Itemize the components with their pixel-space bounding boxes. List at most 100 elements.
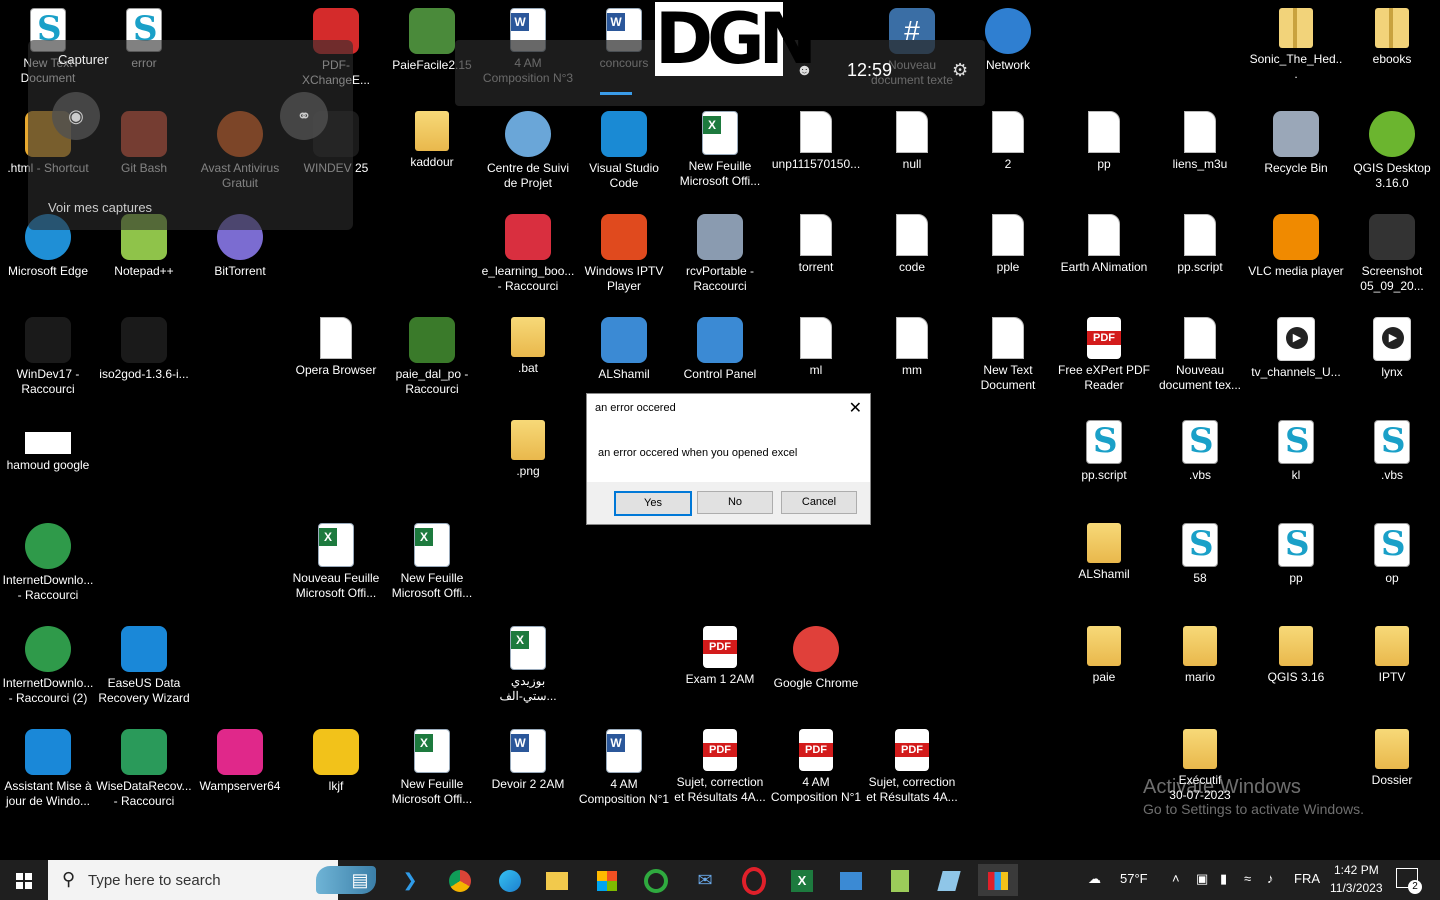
desktop-icon[interactable]: mario xyxy=(1154,620,1246,720)
battery-icon[interactable]: ▮ xyxy=(1220,871,1227,887)
volume-icon[interactable]: ♪ xyxy=(1267,871,1274,886)
paint-app-icon[interactable] xyxy=(978,864,1018,896)
desktop-icon[interactable]: Recycle Bin xyxy=(1250,105,1342,205)
desktop-icon[interactable]: InternetDownlo... - Raccourci xyxy=(2,517,94,617)
weather-icon[interactable]: ☁ xyxy=(1088,871,1101,887)
mic-off-icon[interactable]: ⚭ xyxy=(280,92,328,140)
desktop-icon[interactable]: EaseUS Data Recovery Wizard xyxy=(98,620,190,720)
desktop-icon[interactable]: pp.script xyxy=(1058,414,1150,514)
desktop-icon[interactable]: pp xyxy=(1250,517,1342,617)
clock-time[interactable]: 1:42 PM xyxy=(1334,863,1379,877)
desktop-icon[interactable]: Devoir 2 2AM xyxy=(482,723,574,823)
view-captures-link[interactable]: Voir mes captures xyxy=(48,200,152,215)
mail-icon[interactable]: ✉ xyxy=(685,864,725,896)
vscode-icon[interactable]: ❯ xyxy=(390,864,430,896)
cancel-button[interactable]: Cancel xyxy=(781,491,857,514)
desktop-icon[interactable]: pp.script xyxy=(1154,208,1246,308)
desktop-icon[interactable]: Assistant Mise à jour de Windo... xyxy=(2,723,94,823)
desktop-icon[interactable]: e_learning_boo... - Raccourci xyxy=(482,208,574,308)
desktop-icon[interactable]: ALShamil xyxy=(1058,517,1150,617)
desktop-icon[interactable]: paie xyxy=(1058,620,1150,720)
yes-button[interactable]: Yes xyxy=(614,491,692,516)
file-explorer-icon[interactable] xyxy=(537,864,577,896)
desktop-icon[interactable]: QGIS 3.16 xyxy=(1250,620,1342,720)
desktop-icon[interactable]: Centre de Suivi de Projet xyxy=(482,105,574,205)
desktop-icon[interactable]: code xyxy=(866,208,958,308)
desktop-icon[interactable]: Windows IPTV Player xyxy=(578,208,670,308)
desktop-icon[interactable]: .vbs xyxy=(1346,414,1438,514)
desktop-icon[interactable]: null xyxy=(866,105,958,205)
close-icon[interactable]: ✕ xyxy=(849,398,862,418)
desktop-icon[interactable]: WinDev17 - Raccourci xyxy=(2,311,94,411)
language-indicator[interactable]: FRA xyxy=(1294,871,1320,886)
desktop-icon[interactable]: lkjf xyxy=(290,723,382,823)
camera-icon[interactable]: ◉ xyxy=(52,92,100,140)
desktop-icon[interactable]: Google Chrome xyxy=(770,620,862,720)
desktop-icon[interactable]: Earth ANimation xyxy=(1058,208,1150,308)
notepad-icon[interactable] xyxy=(929,864,969,896)
desktop-icon[interactable]: unp111570150... xyxy=(770,105,862,205)
desktop-icon[interactable]: op xyxy=(1346,517,1438,617)
desktop-icon[interactable]: VLC media player xyxy=(1248,208,1344,308)
desktop-icon[interactable]: Screenshot 05_09_20... xyxy=(1346,208,1438,308)
start-button[interactable] xyxy=(0,860,48,900)
desktop-icon[interactable]: Nouveau document tex... xyxy=(1154,311,1246,411)
desktop-icon[interactable]: .png xyxy=(482,414,574,514)
desktop-icon[interactable]: lynx xyxy=(1346,311,1438,411)
excel-icon[interactable]: X xyxy=(782,864,822,896)
desktop-icon[interactable]: 4 AM Composition N°1 xyxy=(770,723,862,823)
desktop-icon[interactable]: 58 xyxy=(1154,517,1246,617)
control-panel-icon[interactable] xyxy=(831,864,871,896)
desktop-icon[interactable]: Wampserver64 xyxy=(194,723,286,823)
desktop-icon[interactable]: New Text Document xyxy=(962,311,1054,411)
desktop-icon[interactable]: IPTV xyxy=(1346,620,1438,720)
green-ring-icon[interactable] xyxy=(636,864,676,896)
desktop-icon[interactable]: Opera Browser xyxy=(290,311,382,411)
desktop-icon[interactable]: .vbs xyxy=(1154,414,1246,514)
search-box[interactable]: ⚲ Type here to search xyxy=(48,860,376,900)
wifi-icon[interactable]: ≈ xyxy=(1244,871,1251,886)
store-icon[interactable] xyxy=(587,864,627,896)
desktop-icon[interactable]: InternetDownlo... - Raccourci (2) xyxy=(2,620,94,720)
desktop-icon[interactable]: Nouveau Feuille Microsoft Offi... xyxy=(290,517,382,617)
desktop-icon[interactable]: QGIS Desktop 3.16.0 xyxy=(1346,105,1438,205)
desktop-icon[interactable]: WiseDataRecov... - Raccourci xyxy=(96,723,192,823)
no-button[interactable]: No xyxy=(697,491,773,514)
desktop-icon[interactable]: kaddour xyxy=(386,105,478,205)
desktop-icon[interactable]: hamoud google xyxy=(2,414,94,514)
desktop-icon[interactable]: rcvPortable - Raccourci xyxy=(674,208,766,308)
desktop-icon[interactable]: 4 AM Composition N°1 xyxy=(578,723,670,823)
desktop-icon[interactable]: New Feuille Microsoft Offi... xyxy=(674,105,766,205)
desktop-icon[interactable]: 2 xyxy=(962,105,1054,205)
desktop-icon[interactable]: liens_m3u xyxy=(1154,105,1246,205)
desktop-icon[interactable]: Free eXPert PDF Reader xyxy=(1058,311,1150,411)
clock-date[interactable]: 11/3/2023 xyxy=(1330,881,1383,895)
desktop-icon[interactable]: Exam 1 2AM xyxy=(674,620,766,720)
chevron-up-icon[interactable]: ˄ xyxy=(1172,871,1180,886)
desktop-icon[interactable]: Sonic_The_Hed... xyxy=(1250,2,1342,102)
notepad-plus-icon[interactable] xyxy=(880,864,920,896)
desktop-icon[interactable]: Sujet, correction et Résultats 4A... xyxy=(866,723,958,823)
search-input[interactable]: Type here to search xyxy=(88,872,221,889)
desktop-icon[interactable]: pp xyxy=(1058,105,1150,205)
chrome-icon[interactable] xyxy=(440,864,480,896)
desktop-icon[interactable]: New Feuille Microsoft Offi... xyxy=(386,723,478,823)
task-view-icon[interactable]: ▤ xyxy=(340,864,380,896)
opera-icon[interactable] xyxy=(734,864,774,896)
desktop-icon[interactable]: بوزيدي ستي-الف... xyxy=(482,620,574,720)
desktop-icon[interactable]: ebooks xyxy=(1346,2,1438,102)
desktop-icon[interactable]: paie_dal_po - Raccourci xyxy=(386,311,478,411)
weather-temp[interactable]: 57°F xyxy=(1120,871,1148,886)
camera-tray-icon[interactable]: ▣ xyxy=(1196,871,1208,887)
desktop-icon[interactable]: torrent xyxy=(770,208,862,308)
desktop-icon[interactable]: pple xyxy=(962,208,1054,308)
desktop-icon[interactable]: .bat xyxy=(482,311,574,411)
gear-icon[interactable]: ⚙ xyxy=(952,60,968,81)
desktop-icon[interactable]: kl xyxy=(1250,414,1342,514)
edge-icon[interactable] xyxy=(490,864,530,896)
desktop-icon[interactable]: Visual Studio Code xyxy=(578,105,670,205)
desktop-icon[interactable]: iso2god-1.3.6-i... xyxy=(98,311,190,411)
desktop-icon[interactable]: Sujet, correction et Résultats 4A... xyxy=(674,723,766,823)
desktop-icon[interactable]: tv_channels_U... xyxy=(1250,311,1342,411)
desktop-icon[interactable]: New Feuille Microsoft Offi... xyxy=(386,517,478,617)
